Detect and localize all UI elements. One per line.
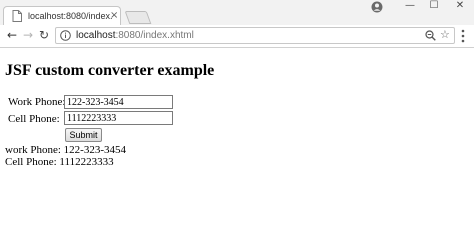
minimize-button[interactable]: —	[398, 0, 422, 14]
new-tab-button[interactable]	[124, 11, 152, 24]
browser-tab[interactable]: localhost:8080/index.xhtml ×	[3, 6, 121, 25]
cell-phone-label: Cell Phone:	[8, 113, 60, 125]
close-window-button[interactable]: ✕	[448, 0, 472, 14]
tab-close-icon[interactable]: ×	[110, 9, 118, 22]
forward-button[interactable]: →	[20, 27, 36, 43]
work-phone-label: Work Phone:	[8, 96, 66, 108]
back-button[interactable]: ←	[4, 27, 20, 43]
maximize-button[interactable]: ☐	[422, 0, 446, 14]
menu-icon[interactable]	[461, 29, 465, 43]
url-path: :8080/index.xhtml	[115, 30, 194, 41]
browser-titlebar: localhost:8080/index.xhtml × — ☐ ✕	[0, 0, 474, 25]
cell-phone-input[interactable]	[64, 111, 173, 125]
page-icon	[12, 10, 22, 22]
tab-title: localhost:8080/index.xhtml	[28, 11, 112, 21]
zoom-icon[interactable]	[425, 30, 436, 41]
cell-phone-output: Cell Phone: 1112223333	[5, 156, 114, 168]
submit-button[interactable]: Submit	[65, 128, 102, 142]
work-phone-output: work Phone: 122-323-3454	[5, 144, 126, 156]
info-icon[interactable]	[60, 30, 71, 41]
work-phone-input[interactable]	[64, 95, 173, 109]
profile-icon[interactable]	[371, 1, 383, 13]
reload-button[interactable]: ↻	[36, 27, 52, 43]
url-text[interactable]: localhost:8080/index.xhtml	[76, 29, 194, 43]
bookmark-star-icon[interactable]: ☆	[440, 28, 450, 42]
page-title: JSF custom converter example	[5, 62, 215, 79]
browser-toolbar: ← → ↻ localhost:8080/index.xhtml ☆	[0, 25, 474, 48]
url-host: localhost	[76, 30, 116, 41]
address-bar[interactable]: localhost:8080/index.xhtml ☆	[55, 27, 455, 44]
